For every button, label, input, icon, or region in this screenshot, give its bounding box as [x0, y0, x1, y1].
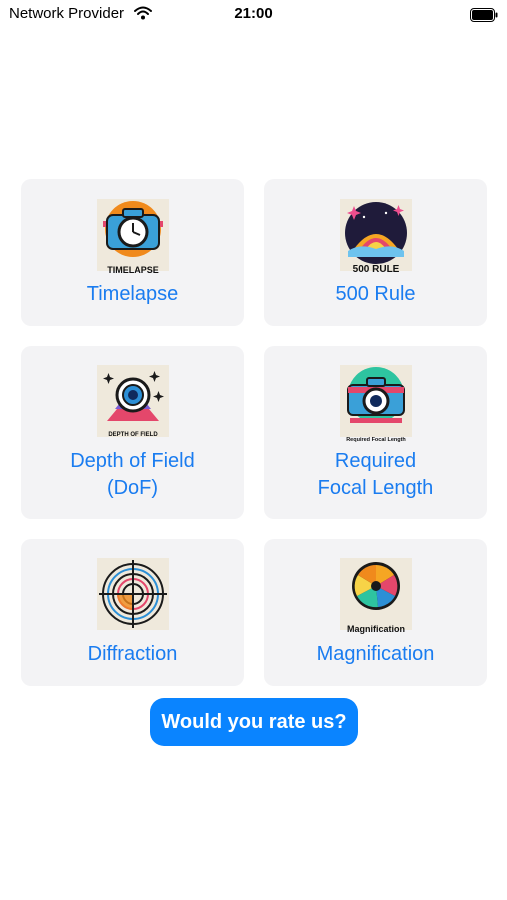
depth-of-field-icon: DEPTH OF FIELD [97, 365, 169, 438]
timelapse-icon: TIMELAPSE [97, 199, 169, 275]
tool-label-depth-of-field: Depth of Field [70, 450, 195, 472]
tool-label-500-rule: 500 Rule [335, 283, 416, 305]
tool-card-500-rule[interactable]: 500 RULE 500 Rule [264, 179, 487, 326]
tool-label-diffraction: Diffraction [87, 643, 178, 665]
battery-icon [470, 8, 498, 27]
500-rule-icon-text: 500 RULE [352, 264, 400, 275]
tool-label-required: Required [334, 450, 417, 472]
500-rule-icon: 500 RULE [340, 199, 412, 275]
rate-us-button[interactable]: Would you rate us? [150, 698, 358, 746]
diffraction-icon [97, 558, 169, 630]
required-focal-length-icon: Required Focal Length [340, 365, 412, 443]
status-bar: Network Provider 21:00 [0, 0, 507, 30]
tool-card-magnification[interactable]: Magnification Magnification [264, 539, 487, 686]
tool-card-required-focal-length[interactable]: Required Focal Length Required Focal Len… [264, 346, 487, 519]
tool-label-focal-length: Focal Length [317, 477, 434, 499]
tool-card-depth-of-field[interactable]: DEPTH OF FIELD Depth of Field (DoF) [21, 346, 244, 519]
timelapse-icon-text: TIMELAPSE [107, 265, 159, 275]
tool-label-depth-of-field-sub: (DoF) [106, 477, 159, 499]
depth-of-field-icon-text: DEPTH OF FIELD [108, 432, 158, 438]
status-time: 21:00 [234, 5, 273, 22]
tool-card-diffraction[interactable]: Diffraction [21, 539, 244, 686]
tool-label-timelapse: Timelapse [86, 283, 179, 305]
tool-card-timelapse[interactable]: TIMELAPSE Timelapse [21, 179, 244, 326]
magnification-icon: Magnification [340, 558, 412, 634]
tool-label-magnification: Magnification [316, 643, 435, 665]
magnification-icon-text: Magnification [347, 624, 405, 634]
